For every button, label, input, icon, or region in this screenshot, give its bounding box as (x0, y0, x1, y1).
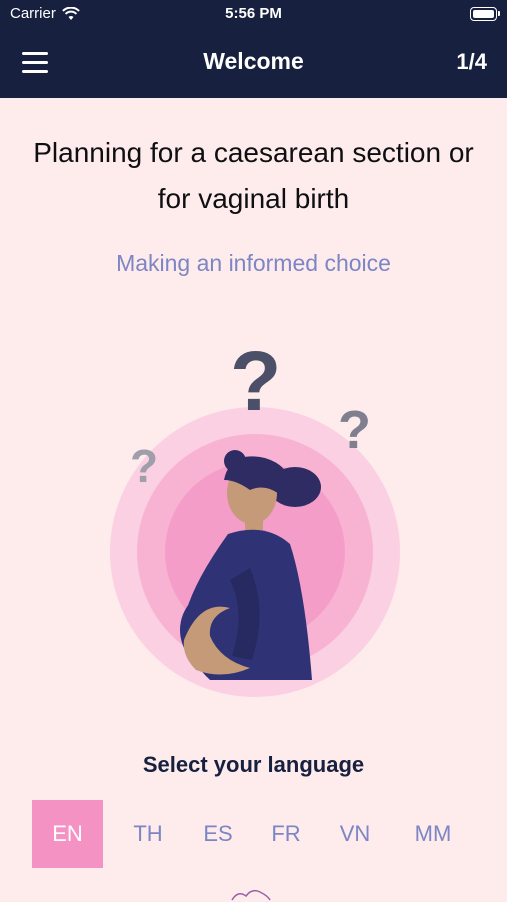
select-language-label: Select your language (142, 752, 365, 777)
lang-option-th[interactable]: TH (130, 800, 166, 868)
lang-option-vn[interactable]: VN (338, 800, 372, 868)
lang-option-en[interactable]: EN (32, 800, 103, 868)
svg-text:?: ? (338, 400, 371, 460)
svg-text:?: ? (230, 334, 281, 428)
page-subheading: Making an informed choice (116, 250, 391, 276)
heading-line-2: for vaginal birth (157, 183, 350, 214)
svg-text:?: ? (130, 440, 158, 492)
pregnant-woman-illustration: ? ? ? (110, 334, 400, 697)
lang-option-mm[interactable]: MM (410, 800, 456, 868)
nav-bar: Welcome 1/4 (0, 28, 507, 98)
heading-line-1: Planning for a caesarean section or (33, 137, 474, 168)
status-time: 5:56 PM (225, 5, 282, 22)
page-heading: Planning for a caesarean section or for … (0, 130, 507, 222)
battery-icon (470, 7, 500, 21)
status-bar: Carrier 5:56 PM (0, 0, 507, 28)
page-indicator: 1/4 (456, 49, 487, 74)
lang-option-es[interactable]: ES (202, 800, 234, 868)
nav-title: Welcome (203, 48, 304, 74)
lang-option-fr[interactable]: FR (270, 800, 302, 868)
